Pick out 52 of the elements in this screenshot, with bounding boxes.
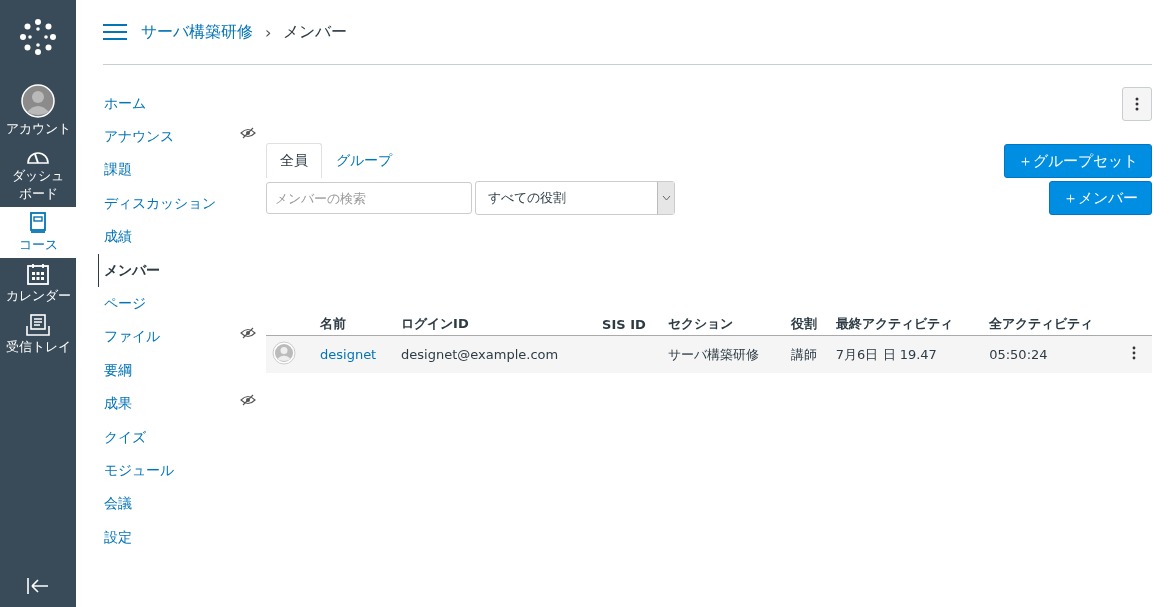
course-nav-link[interactable]: クイズ [98, 420, 266, 455]
table-cell: designet@example.com [401, 347, 559, 362]
role-select[interactable]: すべての役割 [475, 181, 675, 215]
logo-icon[interactable] [18, 17, 58, 57]
menu-icon[interactable] [103, 23, 127, 41]
collapse-icon[interactable] [26, 577, 50, 595]
column-header: 全アクティビティ [983, 311, 1122, 336]
book-icon [29, 212, 47, 234]
course-nav-link[interactable]: 会議 [98, 487, 266, 522]
course-nav-link[interactable]: 課題 [98, 153, 266, 188]
avatar-icon [272, 341, 296, 365]
breadcrumb-current: メンバー [283, 21, 348, 43]
column-header: セクション [662, 311, 785, 336]
course-nav-link[interactable]: 成績 [98, 220, 266, 254]
inbox-icon [26, 314, 50, 336]
kebab-icon [1135, 97, 1139, 111]
breadcrumb-link[interactable]: サーバ構築研修 [141, 21, 253, 43]
add-group-set-button[interactable]: ＋グループセット [1004, 144, 1152, 178]
calendar-icon [27, 263, 49, 285]
course-nav-link[interactable]: アナウンス [98, 120, 266, 154]
column-header: 最終アクティビティ [829, 311, 984, 336]
column-header: ログインID [395, 311, 597, 336]
course-nav-link[interactable]: ファイル [98, 320, 266, 355]
global-nav-item[interactable]: カレンダー [0, 258, 76, 309]
search-field[interactable]: メンバーの検索 [266, 182, 472, 214]
kebab-icon[interactable] [1132, 346, 1136, 360]
course-nav-link[interactable]: ページ [98, 287, 266, 321]
add-member-button[interactable]: ＋メンバー [1049, 181, 1152, 215]
column-header: SIS ID [596, 311, 663, 336]
table-cell: 05:50:24 [989, 347, 1048, 362]
course-nav-link[interactable]: ホーム [98, 87, 266, 121]
avatar-icon [21, 84, 55, 118]
course-nav-link[interactable]: メンバー [98, 253, 266, 288]
course-nav-link[interactable]: モジュール [98, 454, 266, 488]
course-nav-link[interactable]: 設定 [98, 521, 266, 555]
column-header: 名前 [314, 311, 396, 336]
table-cell: 7月6日 日 19.47 [835, 346, 937, 362]
global-nav-item[interactable]: ダッシュボード [0, 142, 76, 207]
global-nav-item[interactable]: 受信トレイ [0, 309, 76, 360]
global-nav-item[interactable]: コース [0, 207, 76, 258]
user-name-link[interactable]: designet [320, 347, 377, 362]
course-nav-link[interactable]: 要綱 [98, 354, 266, 388]
column-header: 役割 [784, 311, 830, 336]
tab[interactable]: グループ [322, 143, 406, 178]
table-cell: サーバ構築研修 [668, 346, 760, 362]
course-nav-link[interactable]: 成果 [98, 387, 266, 421]
tab[interactable]: 全員 [266, 143, 322, 178]
chevron-down-icon [661, 195, 671, 201]
global-nav-item[interactable]: アカウント [0, 79, 76, 142]
breadcrumb-separator: › [265, 22, 272, 42]
course-nav-link[interactable]: ディスカッション [98, 187, 266, 221]
table-cell: 講師 [790, 346, 817, 362]
